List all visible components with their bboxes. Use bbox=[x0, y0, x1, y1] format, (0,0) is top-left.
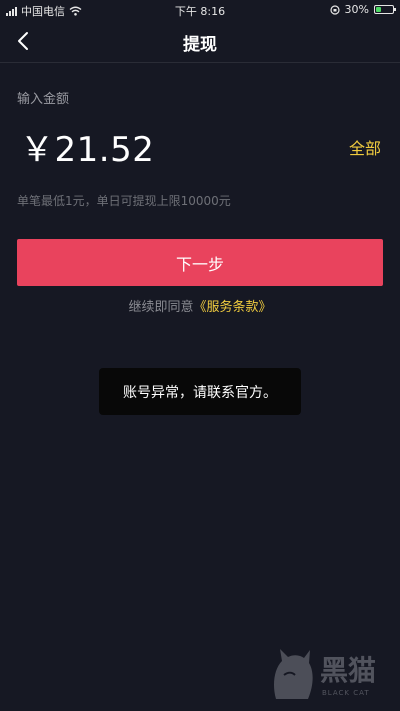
amount-label: 输入金额 bbox=[17, 92, 70, 107]
cat-logo-icon bbox=[274, 649, 313, 699]
status-bar: 中国电信 下午 8:16 30% bbox=[0, 0, 400, 20]
battery-percent: 30% bbox=[344, 3, 369, 16]
terms-notice: 继续即同意《服务条款》 bbox=[0, 296, 400, 315]
orientation-lock-icon bbox=[329, 4, 340, 15]
watermark-text: 黑猫 bbox=[320, 654, 377, 687]
battery-icon bbox=[374, 5, 396, 14]
status-right: 30% bbox=[329, 3, 396, 16]
watermark-subtext: BLACK CAT bbox=[322, 689, 370, 697]
toast-message: 账号异常，请联系官方。 bbox=[123, 384, 277, 401]
error-toast: 账号异常，请联系官方。 bbox=[99, 368, 301, 415]
limit-hint: 单笔最低1元，单日可提现上限10000元 bbox=[17, 194, 231, 208]
amount-value[interactable]: ￥21.52 bbox=[20, 122, 154, 171]
nav-bar: 提现 bbox=[0, 20, 400, 63]
battery-fill bbox=[376, 7, 381, 12]
withdraw-all-button[interactable]: 全部 bbox=[349, 135, 381, 159]
watermark-logo: 黑猫 BLACK CAT bbox=[262, 643, 394, 707]
terms-prefix: 继续即同意 bbox=[128, 300, 194, 315]
page-title: 提现 bbox=[183, 35, 217, 55]
next-step-button[interactable]: 下一步 bbox=[17, 239, 383, 286]
terms-link[interactable]: 《服务条款》 bbox=[194, 300, 272, 315]
